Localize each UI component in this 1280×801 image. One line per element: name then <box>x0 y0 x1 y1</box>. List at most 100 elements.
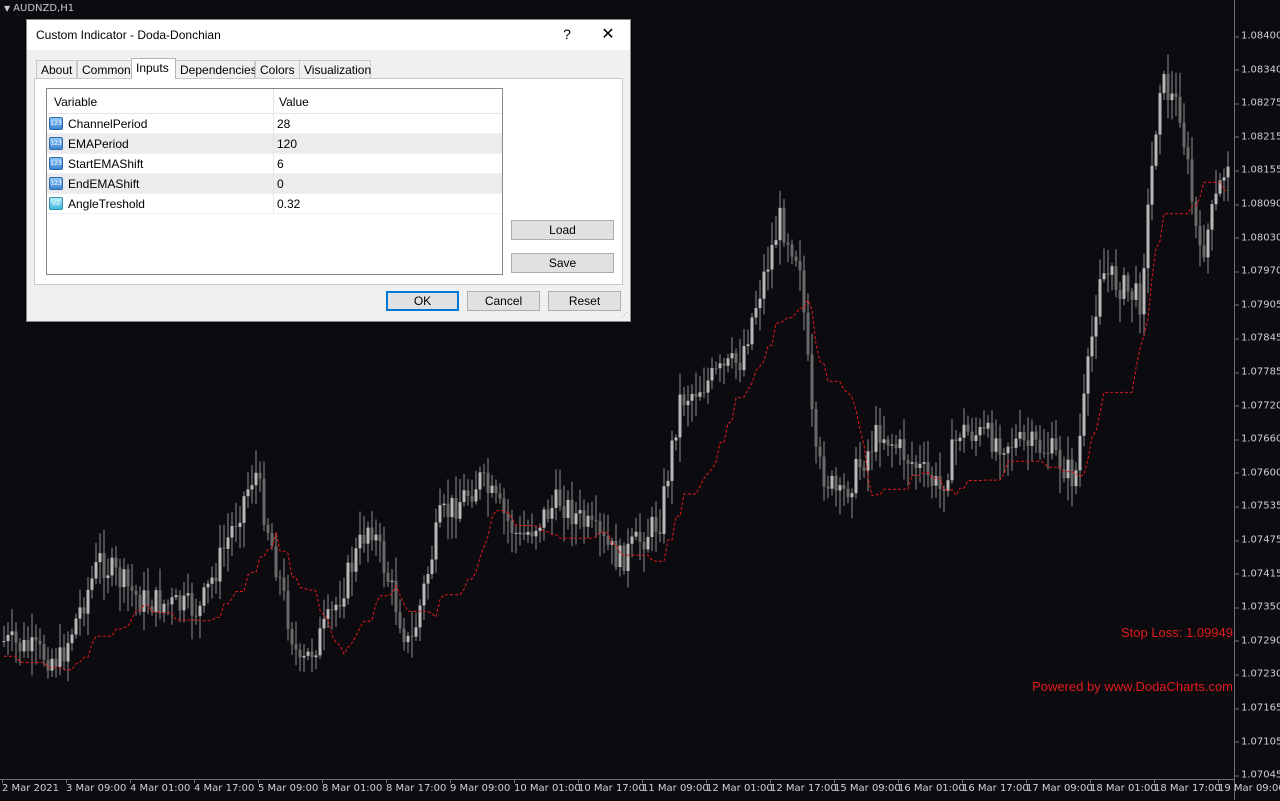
stop-loss-label: Stop Loss: 1.09949 <box>1120 625 1233 640</box>
time-tick-label: 2 Mar 2021 <box>2 779 60 794</box>
resize-grip-icon[interactable]: ⋰ <box>621 312 629 320</box>
candle <box>994 419 998 461</box>
inputs-table[interactable]: Variable Value 123 ChannelPeriod 28 123 … <box>46 88 503 275</box>
reset-button[interactable]: Reset <box>548 291 621 311</box>
candle <box>906 454 910 486</box>
inputs-panel: Variable Value 123 ChannelPeriod 28 123 … <box>34 78 623 285</box>
table-row[interactable]: 123 EMAPeriod 120 <box>47 134 502 154</box>
candle <box>1158 84 1162 155</box>
row-value[interactable]: 6 <box>277 157 284 171</box>
candle <box>982 410 986 435</box>
time-tick-label: 10 Mar 17:00 <box>578 779 645 794</box>
candle <box>918 445 922 483</box>
candle <box>550 495 554 534</box>
candle <box>1134 265 1138 308</box>
candle <box>1226 151 1230 202</box>
candle <box>706 367 710 404</box>
table-row[interactable]: V2 AngleTreshold 0.32 <box>47 194 502 214</box>
table-row[interactable]: 123 ChannelPeriod 28 <box>47 114 502 134</box>
close-button[interactable]: ✕ <box>597 24 619 44</box>
candle <box>1018 409 1022 447</box>
candle <box>298 643 302 672</box>
candle <box>566 490 570 530</box>
candle <box>62 634 66 670</box>
save-button[interactable]: Save <box>511 253 614 273</box>
candle <box>658 509 662 543</box>
candle <box>230 512 234 556</box>
row-variable: StartEMAShift <box>68 157 144 171</box>
tab-dependencies[interactable]: Dependencies <box>175 60 257 78</box>
price-tick-label: 1.07350 <box>1234 602 1280 613</box>
tab-inputs[interactable]: Inputs <box>131 58 176 79</box>
candle <box>46 647 50 679</box>
candle <box>838 477 842 515</box>
price-tick-label: 1.07535 <box>1234 501 1280 512</box>
header-value[interactable]: Value <box>279 95 309 109</box>
candle <box>1110 263 1114 291</box>
candle <box>910 441 914 476</box>
candle <box>246 472 250 508</box>
candle <box>930 466 934 499</box>
candle <box>266 518 270 541</box>
candle <box>1194 196 1198 239</box>
candle <box>814 401 818 464</box>
row-value[interactable]: 0 <box>277 177 284 191</box>
header-variable[interactable]: Variable <box>54 95 97 109</box>
candle <box>1154 130 1158 170</box>
dropdown-arrow-icon[interactable]: ▼ <box>4 4 10 13</box>
candle <box>946 473 950 497</box>
tab-about[interactable]: About <box>36 60 77 78</box>
dialog-titlebar[interactable]: Custom Indicator - Doda-Donchian ? ✕ <box>27 20 630 50</box>
candle <box>486 458 490 517</box>
price-tick-label: 1.08340 <box>1234 64 1280 75</box>
candle <box>470 479 474 508</box>
tab-colors[interactable]: Colors <box>255 60 300 78</box>
candle <box>410 611 414 658</box>
candle <box>318 616 322 660</box>
candle <box>1214 169 1218 211</box>
candle <box>22 622 26 658</box>
candle <box>34 624 38 665</box>
price-tick-label: 1.08400 <box>1234 31 1280 42</box>
row-value[interactable]: 28 <box>277 117 290 131</box>
tab-common[interactable]: Common <box>77 60 133 78</box>
candle <box>434 508 438 573</box>
tab-visualization[interactable]: Visualization <box>299 60 371 78</box>
candle <box>1186 131 1190 175</box>
table-row[interactable]: 123 EndEMAShift 0 <box>47 174 502 194</box>
cancel-button[interactable]: Cancel <box>467 291 540 311</box>
ok-button[interactable]: OK <box>386 291 459 311</box>
candle <box>1190 136 1194 215</box>
time-tick-label: 4 Mar 17:00 <box>194 779 255 794</box>
candle <box>638 513 642 561</box>
price-scale[interactable]: 1.08400 1.08340 1.08275 1.08215 1.08155 1.080… <box>1234 0 1280 800</box>
candle <box>1058 436 1062 494</box>
candle <box>1174 72 1178 117</box>
price-tick-label: 1.07905 <box>1234 299 1280 310</box>
table-row[interactable]: 123 StartEMAShift 6 <box>47 154 502 174</box>
candle <box>122 558 126 604</box>
candle <box>1218 173 1222 197</box>
candle <box>990 410 994 459</box>
candle <box>878 407 882 468</box>
row-value[interactable]: 0.32 <box>277 197 300 211</box>
candle <box>1142 253 1146 336</box>
price-tick-label: 1.07600 <box>1234 467 1280 478</box>
candle <box>50 648 54 677</box>
candle <box>922 441 926 488</box>
candle <box>698 376 702 401</box>
help-button[interactable]: ? <box>557 26 577 42</box>
candle <box>882 415 886 450</box>
candle <box>206 580 210 604</box>
candle <box>582 499 586 544</box>
row-value[interactable]: 120 <box>277 137 297 151</box>
time-scale[interactable]: 2 Mar 2021 3 Mar 09:00 4 Mar 01:00 4 Mar 17… <box>0 779 1280 801</box>
candle <box>1026 417 1030 471</box>
candle <box>718 354 722 383</box>
price-tick-label: 1.07230 <box>1234 669 1280 680</box>
load-button[interactable]: Load <box>511 220 614 240</box>
candle <box>306 647 310 661</box>
candle <box>1082 374 1086 447</box>
price-tick-label: 1.08090 <box>1234 199 1280 210</box>
candle <box>902 419 906 480</box>
